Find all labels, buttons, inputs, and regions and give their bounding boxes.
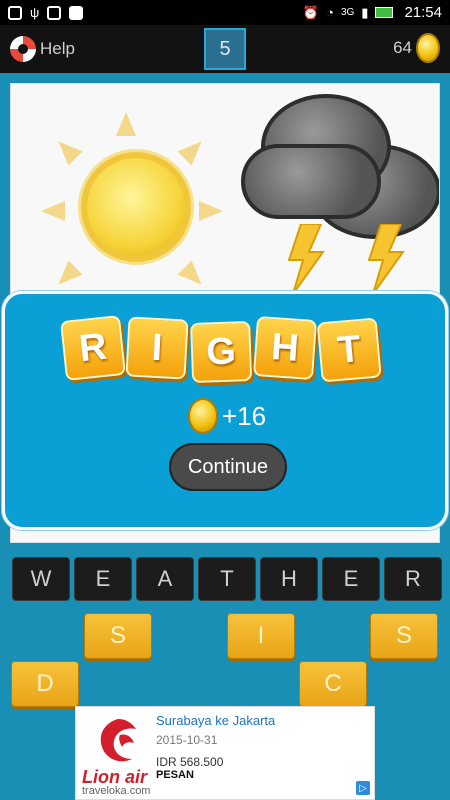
ad-date: 2015-10-31	[156, 733, 218, 747]
letter-key[interactable]: I	[227, 613, 295, 659]
answer-slot[interactable]: R	[384, 557, 442, 601]
help-label: Help	[40, 39, 75, 58]
sun-icon	[41, 112, 223, 292]
reward-amount: +16	[222, 400, 267, 431]
result-word: R I G H T	[60, 315, 382, 384]
coin-count: 64	[393, 38, 412, 57]
wifi-icon: ◔	[326, 5, 334, 20]
help-button[interactable]: Help	[0, 36, 75, 62]
continue-button[interactable]: Continue	[169, 443, 287, 491]
message-icon	[47, 5, 62, 20]
letter-key[interactable]: D	[11, 661, 79, 707]
reward: +16	[188, 398, 266, 434]
level-number: 5	[204, 28, 246, 70]
top-bar: Help 5 64	[0, 25, 450, 73]
result-tile: R	[60, 315, 126, 381]
coin-icon	[188, 398, 218, 434]
result-tile: I	[125, 316, 189, 380]
answer-slot[interactable]: E	[74, 557, 132, 601]
signal-icon: ▮	[361, 4, 369, 20]
ad-cta[interactable]: PESAN	[156, 769, 194, 781]
battery-icon	[375, 7, 394, 18]
coin-icon	[416, 33, 440, 63]
letter-key[interactable]: S	[84, 613, 152, 659]
answer-slot[interactable]: T	[198, 557, 256, 601]
answer-slot[interactable]: W	[12, 557, 70, 601]
clock: 21:54	[404, 4, 442, 21]
result-tile: G	[190, 320, 253, 384]
answer-slots: W E A T H E R	[12, 557, 442, 601]
alarm-icon: ⏰	[302, 4, 320, 20]
ad-title[interactable]: Surabaya ke Jakarta	[156, 713, 275, 728]
ad-choices-icon[interactable]: ▷	[356, 781, 370, 795]
result-dialog: R I G H T +16 Continue	[2, 291, 448, 530]
status-bar: ψ ⏰ ◔ 3G ▮ 21:54	[0, 0, 450, 25]
coin-counter: 64	[393, 33, 440, 63]
add-notification-icon	[8, 5, 22, 20]
ad-price: IDR 568.500	[156, 755, 224, 769]
ad-domain: traveloka.com	[82, 785, 151, 797]
network-label: 3G	[340, 7, 355, 18]
answer-slot[interactable]: A	[136, 557, 194, 601]
facebook-icon	[69, 5, 84, 20]
answer-slot[interactable]: H	[260, 557, 318, 601]
lifebuoy-icon	[10, 36, 36, 62]
lion-logo	[100, 719, 136, 762]
letter-key[interactable]: C	[299, 661, 367, 707]
result-tile: H	[252, 315, 318, 381]
usb-icon: ψ	[30, 5, 40, 20]
letter-key[interactable]: S	[370, 613, 438, 659]
ad-banner[interactable]: Lion air Surabaya ke Jakarta 2015-10-31 …	[75, 706, 375, 800]
result-tile: T	[316, 317, 382, 383]
answer-slot[interactable]: E	[322, 557, 380, 601]
